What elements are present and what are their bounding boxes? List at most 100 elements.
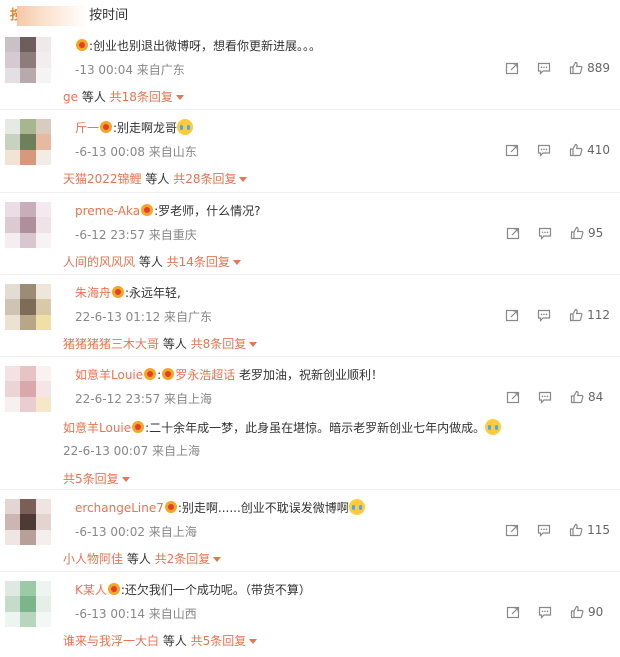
reply-summary[interactable]: 共5条回复 [63,470,130,487]
chevron-down-icon [175,95,184,100]
like-icon[interactable] [570,605,584,619]
username-link[interactable]: preme-Aka [75,204,140,218]
reply-user-link[interactable]: 谁来与我浮一大白 [63,634,159,648]
divider [0,192,620,193]
avatar[interactable] [5,202,51,248]
avatar[interactable] [5,37,51,83]
blurred-region [17,5,88,26]
share-icon[interactable] [505,523,519,537]
comment-actions: 112 [487,308,610,322]
comment-text-line: preme-Aka:罗老师，什么情况? [63,202,261,219]
like-icon[interactable] [569,523,583,537]
comment-meta: -6-13 00:14 来自山西 [63,605,197,622]
comment-icon[interactable] [537,523,551,537]
avatar[interactable] [5,581,51,627]
comment-text: :别走啊......创业不耽误发微博啊 [177,501,349,515]
share-icon[interactable] [505,308,519,322]
member-badge-icon [100,121,113,133]
member-badge-icon [144,368,157,380]
username-link[interactable]: K某人 [75,583,107,597]
avatar[interactable] [5,284,51,330]
member-badge-icon [107,583,120,595]
reply-user-link[interactable]: 猪猪猪猪三木大哥 [63,337,159,351]
avatar[interactable] [5,119,51,165]
timestamp-source: -6-13 00:14 来自山西 [75,607,197,621]
reply-summary[interactable]: 天猫2022锦鲤 等人 共28条回复 [63,170,248,187]
comment-actions: 115 [487,523,610,537]
reply-count-link[interactable]: 共2条回复 [155,552,211,566]
comment-text-line: 朱海舟:永远年轻, [63,284,181,301]
comment-text-line: 如意羊Louie: 罗永浩超话 老罗加油，祝新创业顺利！ [63,366,383,383]
share-icon[interactable] [505,143,519,157]
comment-actions: 84 [488,390,610,404]
reply-user-link[interactable]: 小人物阿佳 [63,552,123,566]
reply-count-link[interactable]: 共28条回复 [173,172,236,186]
comment-text-line: K某人:还欠我们一个成功呢。（带货不算） [63,581,311,598]
like-count: 84 [588,390,604,404]
comment-icon[interactable] [538,390,552,404]
like-icon[interactable] [569,143,583,157]
comment-meta: 22-6-13 01:12 来自广东 [63,308,212,325]
username-link[interactable]: 斤一 [75,121,99,135]
comment-meta: -6-13 00:08 来自山东 [63,143,197,160]
comment-text: :别走啊龙哥 [113,121,178,135]
reply-summary[interactable]: 人间的风风风 等人 共14条回复 [63,253,241,270]
reply-user-link[interactable]: 天猫2022锦鲤 [63,172,142,186]
reply-mid-text: 等人 [78,90,110,104]
reply-mid-text: 等人 [135,255,167,269]
reply-count-link[interactable]: 共8条回复 [191,337,247,351]
comment-icon[interactable] [538,226,552,240]
reply-user-link[interactable]: ge [63,90,78,104]
timestamp-source: -6-12 23:57 来自重庆 [75,228,197,242]
member-badge-icon [76,39,88,51]
reply-mid-text: 等人 [123,552,155,566]
username-link[interactable]: 朱海舟 [75,286,111,300]
chevron-down-icon [249,639,258,644]
member-badge-icon [141,204,154,216]
comment-text-line: 斤一 :别走啊龙哥 [63,119,194,136]
like-icon[interactable] [569,61,583,75]
divider [0,109,620,110]
reply-summary[interactable]: 谁来与我浮一大白 等人 共5条回复 [63,632,258,649]
sort-time-tab[interactable]: 按时间 [89,8,128,23]
reply-summary[interactable]: 猪猪猪猪三木大哥 等人 共8条回复 [63,335,258,352]
reply-count-link[interactable]: 共18条回复 [110,90,173,104]
timestamp-source: -13 00:04 来自广东 [75,63,185,77]
share-icon[interactable] [506,226,520,240]
comment-actions: 410 [487,143,610,157]
chevron-down-icon [239,177,248,182]
share-icon[interactable] [506,605,520,619]
avatar[interactable] [5,499,51,545]
reply-count-link[interactable]: 共14条回复 [167,255,230,269]
sort-bar: 按 按时间 [10,4,128,26]
reply-summary[interactable]: 小人物阿佳 等人 共2条回复 [63,550,222,567]
sub-reply-text: :二十余年成一梦，此身虽在堪惊。暗示老罗新创业七年内做成。 [145,421,486,435]
like-icon[interactable] [570,390,584,404]
chevron-down-icon [232,260,241,265]
like-icon[interactable] [570,226,584,240]
chevron-down-icon [249,342,258,347]
like-icon[interactable] [569,308,583,322]
reply-user-link[interactable]: 人间的风风风 [63,255,135,269]
emoji-icon [485,419,502,435]
comment-meta: -13 00:04 来自广东 [63,61,185,78]
comment-icon[interactable] [537,308,551,322]
share-icon[interactable] [506,390,520,404]
sub-reply: 如意羊Louie :二十余年成一梦，此身虽在堪惊。暗示老罗新创业七年内做成。 [63,419,502,436]
avatar[interactable] [5,366,51,412]
timestamp-source: -6-13 00:02 来自上海 [75,525,197,539]
reply-summary[interactable]: ge 等人 共18条回复 [63,88,184,105]
username-link[interactable]: 如意羊Louie [63,421,131,435]
super-topic-link[interactable]: 罗永浩超话 [175,368,235,382]
comment-icon[interactable] [538,605,552,619]
comment-icon[interactable] [537,143,551,157]
username-link[interactable]: 如意羊Louie [75,368,143,382]
reply-count-link[interactable]: 共5条回复 [63,472,119,486]
divider [0,274,620,275]
username-link[interactable]: erchangeLine7 [75,501,164,515]
like-count: 115 [587,523,610,537]
reply-count-link[interactable]: 共5条回复 [191,634,247,648]
share-icon[interactable] [505,61,519,75]
divider [0,571,620,572]
comment-icon[interactable] [537,61,551,75]
